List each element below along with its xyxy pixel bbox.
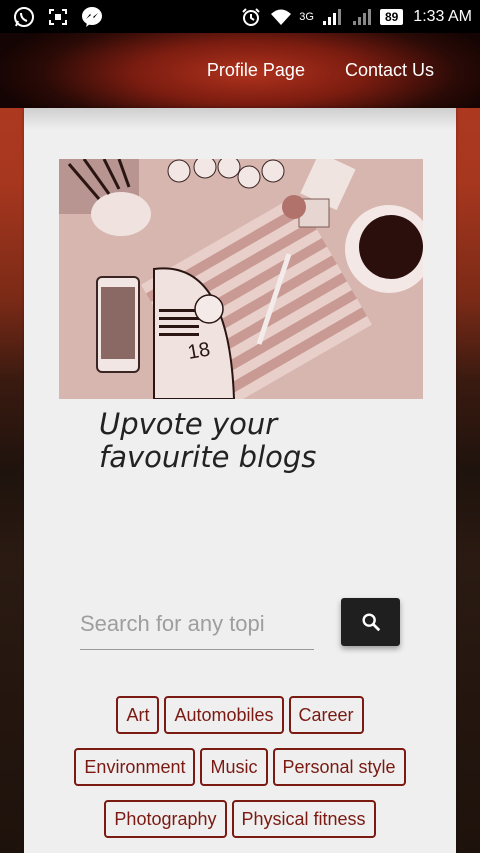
svg-text:18: 18 xyxy=(186,338,212,364)
tag-row: Art Automobiles Career xyxy=(116,696,364,734)
nav-contact-us[interactable]: Contact Us xyxy=(345,60,434,81)
tag-career[interactable]: Career xyxy=(288,696,364,734)
wifi-icon xyxy=(269,5,293,29)
battery-icon: 89 xyxy=(379,8,404,25)
status-bar: 3G 89 1:33 AM xyxy=(0,0,480,33)
tag-physical-fitness[interactable]: Physical fitness xyxy=(231,800,376,838)
tag-environment[interactable]: Environment xyxy=(74,748,196,786)
clock: 1:33 AM xyxy=(413,7,472,25)
tag-art[interactable]: Art xyxy=(116,696,160,734)
search-icon xyxy=(361,613,380,632)
top-navbar: Profile Page Contact Us xyxy=(0,33,480,108)
card-top-shadow xyxy=(24,108,456,130)
tag-automobiles[interactable]: Automobiles xyxy=(164,696,284,734)
nav-profile-page[interactable]: Profile Page xyxy=(207,60,305,81)
tag-row: Photography Physical fitness xyxy=(104,800,376,838)
hero-tagline: Upvote your favourite blogs xyxy=(99,407,317,474)
signal-icon xyxy=(320,5,344,29)
tag-row: Environment Music Personal style xyxy=(74,748,406,786)
signal-icon-secondary xyxy=(350,5,374,29)
tag-music[interactable]: Music xyxy=(200,748,268,786)
search-button[interactable] xyxy=(341,598,400,646)
tag-photography[interactable]: Photography xyxy=(104,800,227,838)
hero-illustration: 18 xyxy=(59,159,423,399)
search-field[interactable] xyxy=(80,598,314,650)
whatsapp-icon xyxy=(12,5,36,29)
network-type: 3G xyxy=(299,10,314,23)
main-card: 18 Upvote your favourite blogs Art Autom… xyxy=(24,108,456,853)
alarm-icon xyxy=(239,5,263,29)
topic-tags: Art Automobiles Career Environment Music… xyxy=(24,696,456,838)
messenger-icon xyxy=(80,5,104,29)
search-input[interactable] xyxy=(80,598,314,649)
screenshot-icon xyxy=(46,5,70,29)
hero-image: 18 xyxy=(59,159,423,399)
tag-personal-style[interactable]: Personal style xyxy=(272,748,406,786)
